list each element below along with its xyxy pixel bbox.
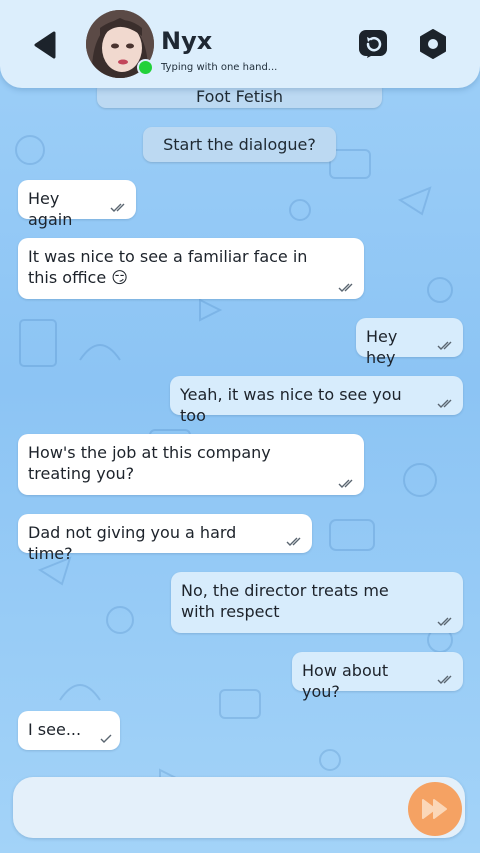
message-text: It was nice to see a familiar face in th… [28,247,308,287]
message-bubble: How about you? [292,652,463,701]
check-icon [100,734,112,743]
read-check-icon [338,283,353,292]
message-bubble: No, the director treats me with respect [171,572,463,633]
message-bubble: How's the job at this company treating y… [18,434,364,495]
online-status-dot [137,59,154,76]
read-check-icon [437,617,452,626]
message-text: How's the job at this company treating y… [28,443,271,483]
message-bubble: Hey again [18,180,136,229]
message-bubble: Dad not giving you a hard time? [18,514,312,563]
message-text: Hey again [28,189,73,229]
message-text: Yeah, it was nice to see you too [180,385,402,425]
start-dialogue-button[interactable]: Start the dialogue? [143,127,336,162]
chat-header: Nyx Typing with one hand... [0,0,480,88]
message-bubble: It was nice to see a familiar face in th… [18,238,364,299]
settings-gear-icon[interactable] [417,28,449,60]
message-text: Dad not giving you a hard time? [28,523,237,563]
message-text: Hey hey [366,327,398,367]
rewind-icon[interactable] [357,28,389,60]
contact-name[interactable]: Nyx [161,27,212,55]
read-check-icon [437,399,452,408]
read-check-icon [437,675,452,684]
message-bubble: I see... [18,711,120,750]
message-bubble: Yeah, it was nice to see you too [170,376,463,425]
message-list: Foot Fetish Start the dialogue? Hey agai… [0,0,480,853]
typing-status: Typing with one hand... [161,62,278,73]
read-check-icon [286,537,301,546]
message-bubble: Hey hey [356,318,463,367]
message-input-bar[interactable] [13,777,465,838]
send-forward-icon [422,799,447,819]
message-text: I see... [28,720,82,739]
message-text: No, the director treats me with respect [181,581,389,621]
read-check-icon [110,203,125,212]
read-check-icon [437,341,452,350]
read-check-icon [338,479,353,488]
send-forward-button[interactable] [408,782,462,836]
back-arrow-icon[interactable] [30,28,64,62]
message-text: How about you? [302,661,389,701]
